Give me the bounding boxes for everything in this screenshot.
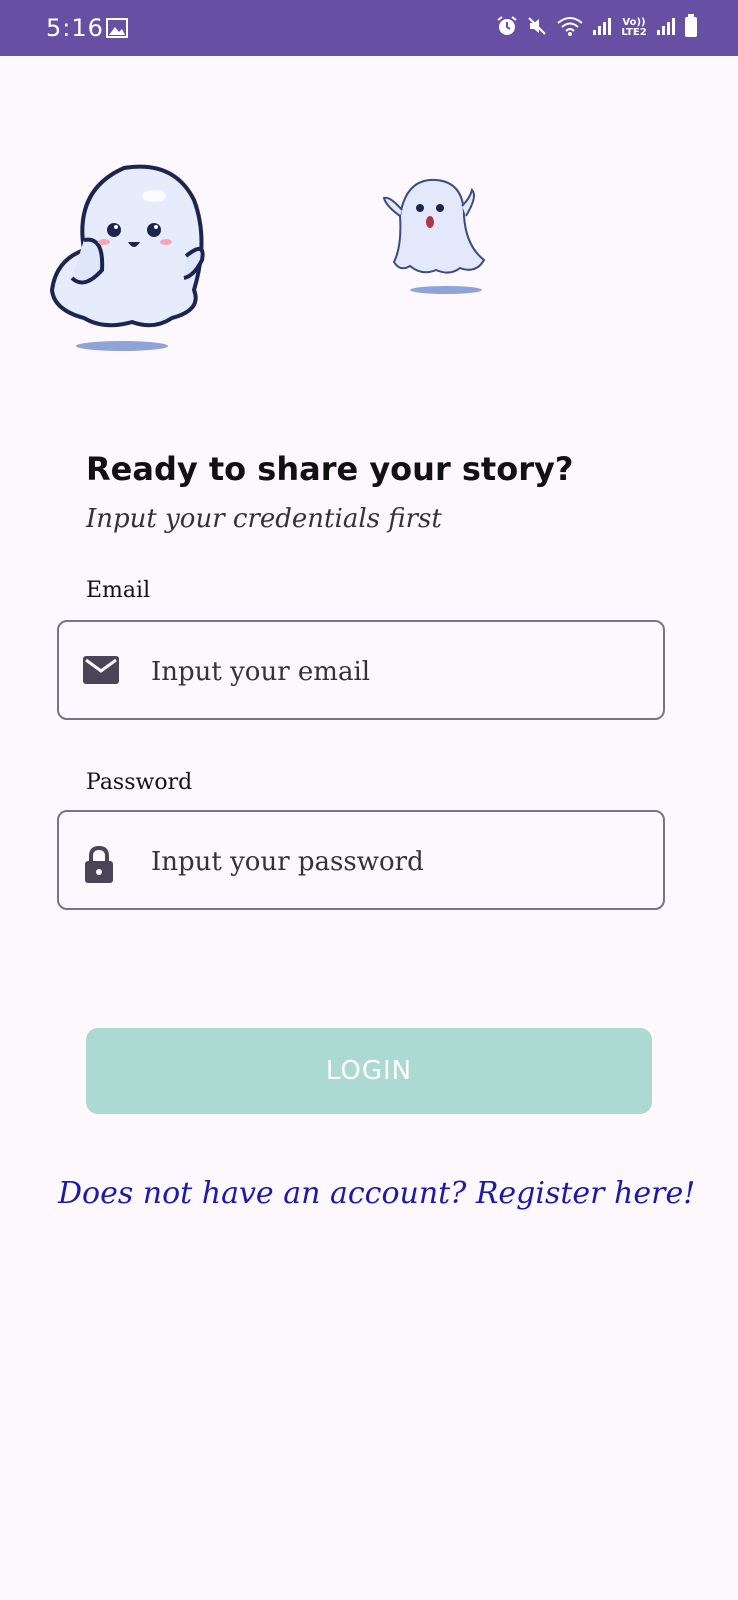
status-time: 5:16 xyxy=(46,14,104,42)
password-field[interactable] xyxy=(57,810,665,910)
login-button[interactable]: LOGIN xyxy=(86,1028,652,1114)
page-title: Ready to share your story? xyxy=(86,450,574,488)
battery-icon xyxy=(684,14,698,42)
email-label: Email xyxy=(86,578,151,603)
register-link[interactable]: Does not have an account? Register here! xyxy=(58,1176,695,1211)
wifi-icon xyxy=(556,15,584,41)
status-bar: 5:16 Vo)) LTE2 xyxy=(0,0,738,56)
mute-icon xyxy=(526,15,548,41)
password-input[interactable] xyxy=(149,836,643,888)
image-icon xyxy=(106,18,128,42)
ghost-illustration-small xyxy=(380,176,500,306)
ghost-illustration-large xyxy=(44,160,224,360)
network-label: Vo)) LTE2 xyxy=(621,17,647,38)
signal-icon xyxy=(592,16,612,40)
password-label: Password xyxy=(86,770,193,795)
signal-icon-2 xyxy=(656,16,676,40)
email-icon xyxy=(83,656,119,688)
page-subtitle: Input your credentials first xyxy=(86,504,442,534)
lock-icon xyxy=(83,845,115,888)
email-input[interactable] xyxy=(149,646,643,698)
alarm-icon xyxy=(496,15,518,41)
email-field[interactable] xyxy=(57,620,665,720)
